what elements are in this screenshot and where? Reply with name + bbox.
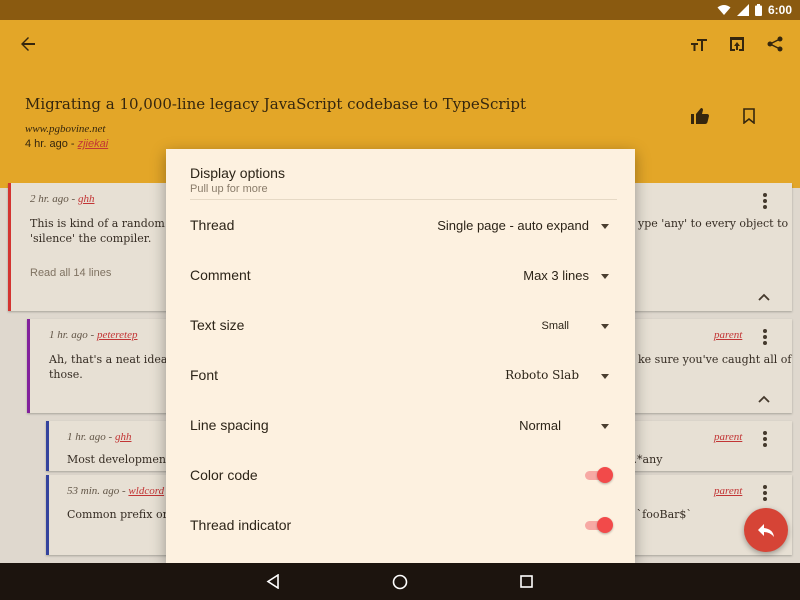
option-font[interactable]: Font Roboto Slab xyxy=(166,350,635,400)
nav-recents-icon[interactable] xyxy=(520,575,533,588)
option-label: Thread xyxy=(190,217,235,233)
battery-icon xyxy=(754,4,762,16)
option-thread-indicator[interactable]: Thread indicator xyxy=(166,500,635,550)
option-line-spacing[interactable]: Line spacing Normal xyxy=(166,400,635,450)
font-select[interactable]: Roboto Slab xyxy=(505,368,579,382)
dropdown-arrow-icon[interactable] xyxy=(601,424,609,429)
dialog-title: Display options xyxy=(190,165,285,181)
option-label: Color code xyxy=(190,467,258,483)
dropdown-arrow-icon[interactable] xyxy=(601,374,609,379)
option-label: Text size xyxy=(190,317,245,333)
reply-fab[interactable] xyxy=(744,508,788,552)
color-code-toggle[interactable] xyxy=(585,467,613,483)
option-color-code[interactable]: Color code xyxy=(166,450,635,500)
nav-back-icon[interactable] xyxy=(266,574,280,589)
thread-indicator-toggle[interactable] xyxy=(585,517,613,533)
clock: 6:00 xyxy=(767,3,792,17)
dropdown-arrow-icon[interactable] xyxy=(601,224,609,229)
option-comment[interactable]: Comment Max 3 lines xyxy=(166,250,635,300)
thread-select[interactable]: Single page - auto expand xyxy=(437,218,589,233)
cell-signal-icon xyxy=(736,4,749,16)
dialog-subtitle: Pull up for more xyxy=(190,183,268,195)
dropdown-arrow-icon[interactable] xyxy=(601,274,609,279)
option-label: Line spacing xyxy=(190,417,269,433)
comment-select[interactable]: Max 3 lines xyxy=(523,268,589,283)
dropdown-arrow-icon[interactable] xyxy=(601,324,609,329)
option-label: Comment xyxy=(190,267,251,283)
option-thread[interactable]: Thread Single page - auto expand xyxy=(166,200,635,250)
line-spacing-select[interactable]: Normal xyxy=(519,418,561,433)
option-label: Font xyxy=(190,367,219,383)
nav-home-icon[interactable] xyxy=(392,574,408,590)
option-label: Thread indicator xyxy=(190,517,292,533)
status-bar: 6:00 xyxy=(0,0,800,20)
navigation-bar xyxy=(0,563,800,600)
reply-icon xyxy=(758,524,774,537)
text-size-select[interactable]: Small xyxy=(541,320,569,332)
status-icons: 6:00 xyxy=(717,0,792,20)
wifi-icon xyxy=(717,5,731,15)
option-text-size[interactable]: Text size Small xyxy=(166,300,635,350)
display-options-dialog: Display options Pull up for more Thread … xyxy=(166,149,635,563)
